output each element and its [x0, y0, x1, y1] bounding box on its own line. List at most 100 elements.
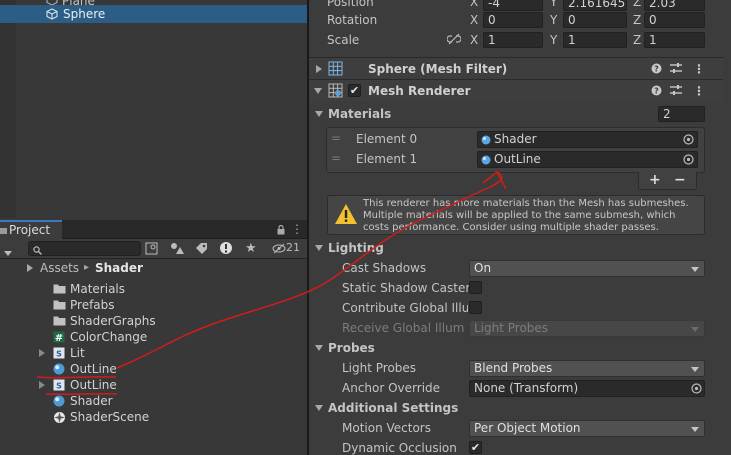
- cast-shadows-label: Cast Shadows: [342, 261, 427, 275]
- create-dropdown-icon[interactable]: [4, 246, 16, 260]
- mesh-renderer-header[interactable]: ✔ Mesh Renderer ? ⋮: [309, 79, 731, 101]
- axis-z-label: Z: [633, 13, 642, 27]
- lock-icon[interactable]: [277, 224, 285, 238]
- anchor-override-label: Anchor Override: [342, 381, 441, 395]
- svg-text:?: ?: [654, 87, 659, 96]
- position-z-field[interactable]: 2.03: [644, 0, 705, 11]
- mesh-renderer-enabled-checkbox[interactable]: ✔: [348, 84, 361, 97]
- rotation-x-field[interactable]: 0: [483, 12, 543, 28]
- dynamic-occlusion-checkbox[interactable]: ✔: [469, 441, 482, 454]
- object-picker-icon[interactable]: [691, 383, 702, 397]
- probes-section-label[interactable]: Probes: [328, 340, 375, 356]
- element-1-field[interactable]: OutLine: [477, 151, 698, 168]
- favorite-star-icon[interactable]: ★: [245, 241, 257, 257]
- breadcrumb-assets[interactable]: Assets: [40, 260, 79, 276]
- label-tag-icon[interactable]: [195, 242, 208, 258]
- project-item-label: Materials: [70, 282, 126, 296]
- presets-icon[interactable]: [670, 85, 682, 99]
- element-0-value: Shader: [494, 132, 537, 146]
- expand-arrow-icon[interactable]: [39, 381, 45, 389]
- scale-x-field[interactable]: 1: [483, 32, 543, 48]
- contribute-gi-label: Contribute Global Illum: [342, 301, 468, 315]
- more-menu-icon[interactable]: ⋮: [291, 221, 303, 237]
- component-menu-icon[interactable]: ⋮: [693, 61, 705, 77]
- mesh-renderer-title: Mesh Renderer: [368, 84, 471, 98]
- light-probes-value: Blend Probes: [474, 361, 553, 375]
- axis-y-label: Y: [550, 33, 558, 47]
- motion-vectors-dropdown[interactable]: Per Object Motion: [469, 420, 705, 437]
- axis-z-label: Z: [633, 0, 642, 9]
- help-icon[interactable]: ?: [651, 85, 662, 99]
- error-filter-icon[interactable]: [219, 241, 233, 258]
- svg-text:S: S: [56, 382, 62, 391]
- project-item-outline[interactable]: S OutLine: [0, 377, 307, 393]
- position-y-field[interactable]: 2.161645: [563, 0, 627, 11]
- materials-count-field[interactable]: 2: [658, 106, 705, 122]
- project-item-shaderscene[interactable]: ShaderScene: [0, 409, 307, 425]
- project-item-prefabs[interactable]: Prefabs: [0, 297, 307, 313]
- additional-settings-foldout-arrow-icon[interactable]: [315, 405, 323, 411]
- constrain-proportions-icon[interactable]: [446, 33, 462, 48]
- project-item-colorchange[interactable]: # ColorChange: [0, 329, 307, 345]
- expand-arrow-icon[interactable]: [39, 349, 45, 357]
- project-item-lit[interactable]: S Lit: [0, 345, 307, 361]
- inspector-scrollbar[interactable]: [723, 0, 731, 455]
- motion-vectors-value: Per Object Motion: [474, 421, 581, 435]
- scale-y-field[interactable]: 1: [563, 32, 627, 48]
- additional-settings-label[interactable]: Additional Settings: [328, 400, 458, 416]
- project-item-shadergraphs[interactable]: ShaderGraphs: [0, 313, 307, 329]
- drag-handle-icon[interactable]: =: [331, 130, 341, 146]
- lighting-section-label[interactable]: Lighting: [328, 240, 384, 256]
- lighting-foldout-arrow-icon[interactable]: [315, 245, 323, 251]
- collapse-arrow-icon[interactable]: [314, 88, 322, 94]
- search-by-type-icon[interactable]: [145, 242, 158, 258]
- presets-icon[interactable]: [670, 63, 682, 77]
- project-item-shader[interactable]: Shader: [0, 393, 307, 409]
- dropdown-arrow-icon: [691, 367, 699, 372]
- breadcrumb-shader[interactable]: Shader: [95, 260, 143, 276]
- position-x-field[interactable]: -4: [483, 0, 543, 11]
- component-menu-icon[interactable]: ⋮: [693, 83, 705, 99]
- help-icon[interactable]: ?: [651, 63, 662, 77]
- cast-shadows-value: On: [474, 261, 492, 275]
- rotation-z-field[interactable]: 0: [644, 12, 705, 28]
- hierarchy-item-sphere[interactable]: Sphere: [0, 5, 307, 23]
- add-element-button[interactable]: +: [649, 172, 661, 188]
- tab-project[interactable]: Project: [0, 220, 62, 239]
- drag-handle-icon[interactable]: =: [331, 150, 341, 166]
- filter-by-type-icon[interactable]: [170, 242, 184, 258]
- folder-icon: [53, 283, 66, 297]
- mesh-filter-header[interactable]: Sphere (Mesh Filter) ? ⋮: [309, 57, 731, 79]
- dropdown-arrow-icon: [691, 427, 699, 432]
- probes-foldout-arrow-icon[interactable]: [315, 345, 323, 351]
- material-icon: [53, 395, 65, 410]
- mesh-renderer-icon: [328, 83, 343, 101]
- material-icon: [481, 134, 491, 148]
- element-0-field[interactable]: Shader: [477, 131, 698, 148]
- light-probes-dropdown[interactable]: Blend Probes: [469, 360, 705, 377]
- object-picker-icon[interactable]: [683, 154, 694, 168]
- hidden-packages-icon[interactable]: [272, 243, 286, 257]
- search-input[interactable]: [28, 241, 141, 256]
- remove-element-button[interactable]: −: [674, 172, 686, 188]
- search-icon: [33, 244, 42, 258]
- warning-icon: [334, 203, 358, 228]
- scale-z-field[interactable]: 1: [644, 32, 705, 48]
- static-shadow-caster-checkbox[interactable]: [469, 281, 482, 294]
- materials-label[interactable]: Materials: [328, 106, 391, 122]
- anchor-override-field[interactable]: None (Transform): [469, 380, 705, 397]
- collapse-arrow-icon[interactable]: [316, 65, 322, 73]
- project-item-label: ColorChange: [70, 330, 148, 344]
- project-item-outline[interactable]: OutLine: [0, 361, 307, 377]
- hierarchy-gutter: [0, 0, 16, 218]
- materials-foldout-arrow-icon[interactable]: [315, 111, 323, 117]
- object-picker-icon[interactable]: [683, 134, 694, 148]
- cast-shadows-dropdown[interactable]: On: [469, 260, 705, 277]
- axis-z-label: Z: [633, 33, 642, 47]
- element-1-value: OutLine: [494, 152, 541, 166]
- contribute-gi-checkbox[interactable]: [469, 301, 482, 314]
- project-item-materials[interactable]: Materials: [0, 281, 307, 297]
- project-item-label: OutLine: [70, 362, 117, 376]
- rotation-y-field[interactable]: 0: [563, 12, 627, 28]
- anchor-override-value: None (Transform): [474, 381, 579, 395]
